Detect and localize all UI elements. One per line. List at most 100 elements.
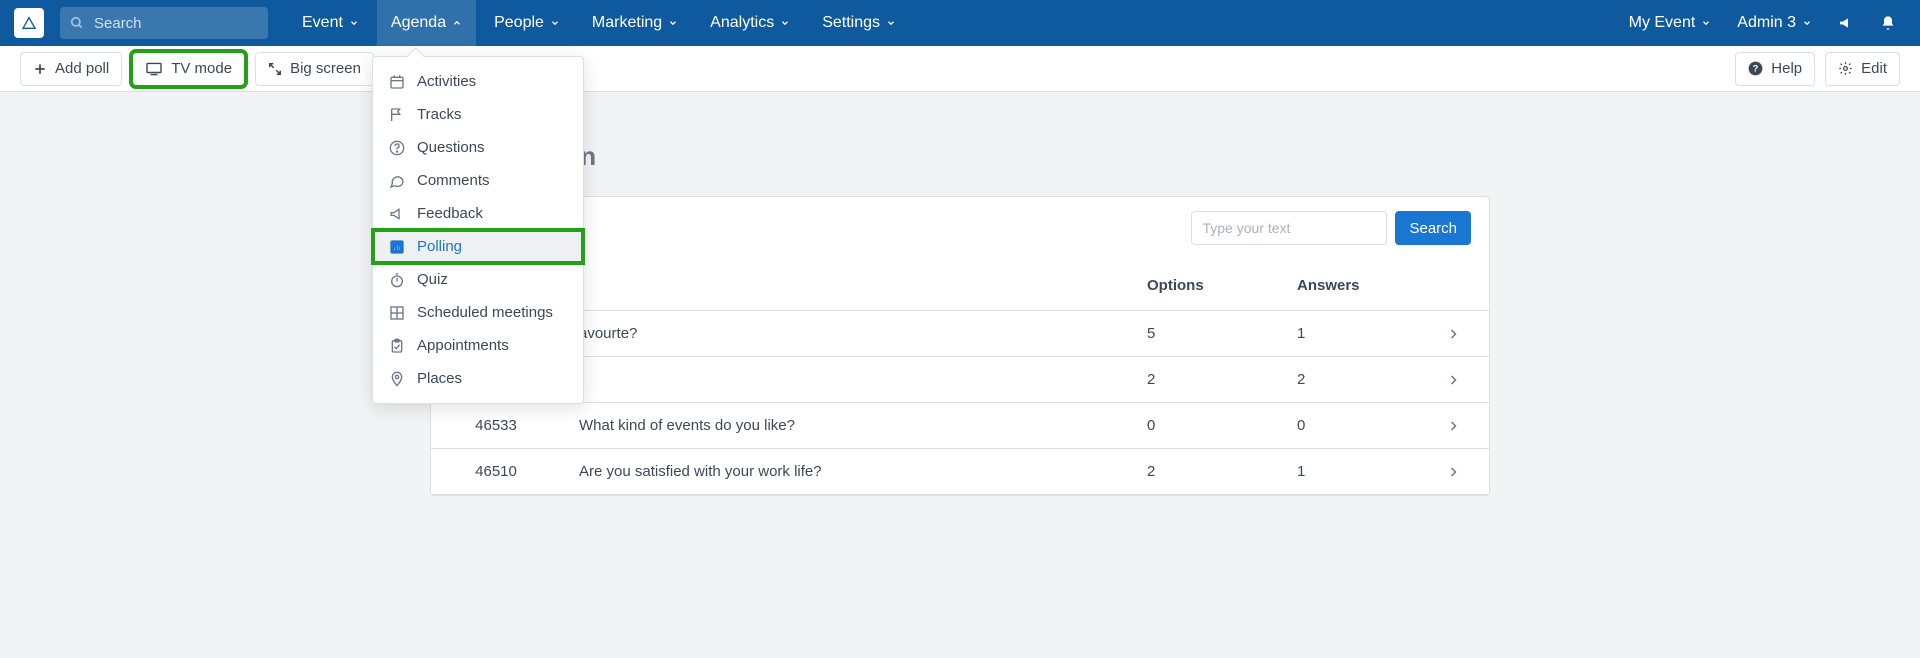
nav-agenda[interactable]: Agenda — [377, 0, 476, 46]
dropdown-item-places[interactable]: Places — [373, 362, 583, 395]
grid-icon — [389, 305, 405, 321]
app-logo[interactable] — [14, 8, 44, 38]
cell-id: 46510 — [431, 449, 561, 495]
dropdown-item-label: Appointments — [417, 337, 509, 354]
plus-icon — [33, 62, 47, 76]
button-label: TV mode — [171, 60, 232, 77]
col-arrow — [1429, 261, 1489, 311]
help-button[interactable]: ? Help — [1735, 52, 1815, 86]
add-poll-button[interactable]: Add poll — [20, 52, 122, 86]
cell-arrow[interactable] — [1429, 357, 1489, 403]
gear-icon — [1838, 61, 1853, 76]
chevron-down-icon — [886, 18, 896, 28]
poll-search-button[interactable]: Search — [1395, 211, 1471, 245]
dropdown-item-label: Quiz — [417, 271, 448, 288]
dropdown-item-tracks[interactable]: Tracks — [373, 98, 583, 131]
nav-analytics[interactable]: Analytics — [696, 0, 804, 46]
event-switcher[interactable]: My Event — [1619, 0, 1722, 46]
cell-question: What kind of events do you like? — [561, 403, 1129, 449]
cell-question: avourte? — [561, 311, 1129, 357]
nav-people[interactable]: People — [480, 0, 574, 46]
megaphone-icon — [1838, 15, 1854, 31]
top-navbar: Event Agenda People Marketing Analytics … — [0, 0, 1920, 46]
nav-label: Analytics — [710, 14, 774, 32]
cell-answers: 2 — [1279, 357, 1429, 403]
table-row[interactable]: 4653222 — [431, 357, 1489, 403]
cell-arrow[interactable] — [1429, 311, 1489, 357]
dropdown-item-label: Questions — [417, 139, 485, 156]
dropdown-item-label: Comments — [417, 172, 490, 189]
table-row[interactable]: 46510Are you satisfied with your work li… — [431, 449, 1489, 495]
notifications-button[interactable] — [1870, 0, 1906, 46]
nav-marketing[interactable]: Marketing — [578, 0, 692, 46]
cell-question: Are you satisfied with your work life? — [561, 449, 1129, 495]
dropdown-item-quiz[interactable]: Quiz — [373, 263, 583, 296]
user-menu[interactable]: Admin 3 — [1727, 0, 1822, 46]
dropdown-item-polling[interactable]: Polling — [373, 230, 583, 263]
chevron-right-icon — [1447, 374, 1459, 386]
poll-search: Search — [1191, 211, 1471, 245]
dropdown-item-label: Tracks — [417, 106, 461, 123]
search-icon — [70, 16, 84, 30]
flag-icon — [389, 107, 405, 123]
dropdown-item-feedback[interactable]: Feedback — [373, 197, 583, 230]
bell-icon — [1880, 15, 1896, 31]
calendar-icon — [389, 74, 405, 90]
big-screen-button[interactable]: Big screen — [255, 52, 374, 86]
button-label: Add poll — [55, 60, 109, 77]
poll-list-card: Poll list Search ID Options Answers 4650… — [430, 196, 1490, 496]
table-header-row: ID Options Answers — [431, 261, 1489, 311]
chevron-down-icon — [668, 18, 678, 28]
topbar-right: My Event Admin 3 — [1619, 0, 1906, 46]
chevron-up-icon — [452, 18, 462, 28]
chevron-down-icon — [349, 18, 359, 28]
tv-mode-button[interactable]: TV mode — [132, 52, 245, 86]
button-label: Big screen — [290, 60, 361, 77]
global-search-input[interactable] — [92, 14, 258, 33]
dropdown-item-scheduled-meetings[interactable]: Scheduled meetings — [373, 296, 583, 329]
dropdown-item-appointments[interactable]: Appointments — [373, 329, 583, 362]
megaphone-icon — [389, 206, 405, 222]
table-row[interactable]: 46508avourte?51 — [431, 311, 1489, 357]
dropdown-item-comments[interactable]: Comments — [373, 164, 583, 197]
nav-label: People — [494, 14, 544, 32]
button-label: Edit — [1861, 60, 1887, 77]
nav-label: Event — [302, 14, 343, 32]
poll-icon — [389, 239, 405, 255]
expand-icon — [268, 62, 282, 76]
col-options: Options — [1129, 261, 1279, 311]
dropdown-item-label: Scheduled meetings — [417, 304, 553, 321]
poll-search-input[interactable] — [1191, 211, 1387, 245]
edit-button[interactable]: Edit — [1825, 52, 1900, 86]
nav-settings[interactable]: Settings — [808, 0, 910, 46]
dropdown-item-questions[interactable]: Questions — [373, 131, 583, 164]
dropdown-item-label: Polling — [417, 238, 462, 255]
button-label: Help — [1771, 60, 1802, 77]
nav-label: Agenda — [391, 14, 446, 32]
table-row[interactable]: 46533What kind of events do you like?00 — [431, 403, 1489, 449]
cell-arrow[interactable] — [1429, 449, 1489, 495]
chevron-right-icon — [1447, 466, 1459, 478]
dropdown-item-label: Activities — [417, 73, 476, 90]
cell-options: 0 — [1129, 403, 1279, 449]
nav-event[interactable]: Event — [288, 0, 373, 46]
svg-text:?: ? — [1753, 64, 1759, 74]
chevron-down-icon — [550, 18, 560, 28]
chevron-right-icon — [1447, 328, 1459, 340]
action-bar: Add poll TV mode Big screen ? Help Edit — [0, 46, 1920, 92]
comment-icon — [389, 173, 405, 189]
dropdown-item-activities[interactable]: Activities — [373, 65, 583, 98]
col-answers: Answers — [1279, 261, 1429, 311]
chevron-down-icon — [780, 18, 790, 28]
announcements-button[interactable] — [1828, 0, 1864, 46]
cell-answers: 0 — [1279, 403, 1429, 449]
breadcrumb[interactable]: ACTIVITIES — [430, 120, 1490, 135]
primary-nav: Event Agenda People Marketing Analytics … — [288, 0, 910, 46]
question-icon — [389, 140, 405, 156]
cell-arrow[interactable] — [1429, 403, 1489, 449]
global-search[interactable] — [60, 7, 268, 39]
cell-answers: 1 — [1279, 449, 1429, 495]
chevron-down-icon — [1802, 18, 1812, 28]
tv-icon — [145, 62, 163, 76]
dropdown-item-label: Feedback — [417, 205, 483, 222]
